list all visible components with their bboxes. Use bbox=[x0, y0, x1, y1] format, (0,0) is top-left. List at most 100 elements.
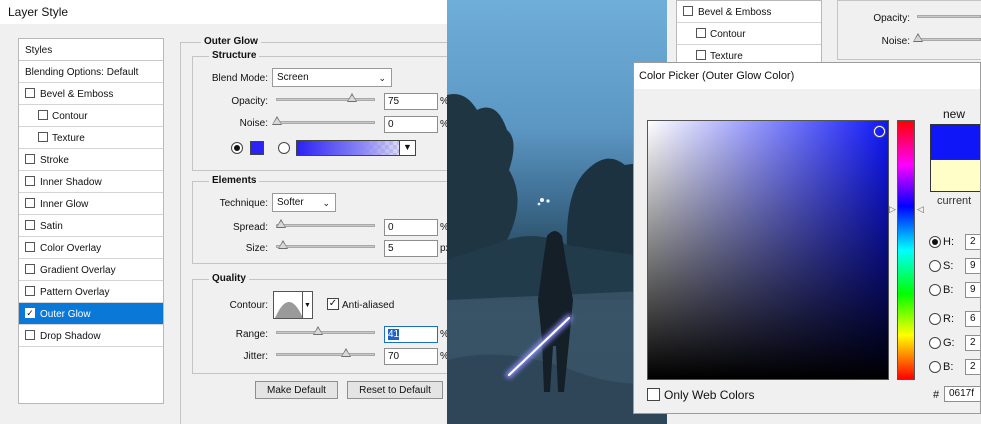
contour-dropdown[interactable]: ▼ bbox=[303, 291, 313, 319]
color-field-cursor[interactable] bbox=[874, 126, 885, 137]
pattern-overlay-checkbox[interactable] bbox=[25, 286, 35, 296]
range-slider-thumb[interactable] bbox=[313, 326, 323, 335]
noise-value: 0 bbox=[388, 119, 394, 130]
range-field[interactable]: 41 bbox=[384, 326, 438, 343]
bg-style-contour[interactable]: Contour bbox=[677, 23, 821, 45]
styles-header[interactable]: Styles bbox=[19, 39, 163, 61]
anti-aliased-checkbox[interactable]: ✓ bbox=[327, 298, 339, 310]
texture-checkbox[interactable] bbox=[38, 132, 48, 142]
gradient-overlay-checkbox[interactable] bbox=[25, 264, 35, 274]
chevron-down-icon: ⌄ bbox=[322, 198, 330, 208]
satin-checkbox[interactable] bbox=[25, 220, 35, 230]
red-field[interactable]: 6 bbox=[965, 311, 980, 327]
blue-radio[interactable] bbox=[929, 361, 941, 373]
outer-glow-title: Outer Glow bbox=[201, 36, 261, 47]
technique-select[interactable]: Softer ⌄ bbox=[272, 193, 336, 212]
jitter-unit: % bbox=[440, 351, 447, 362]
size-slider[interactable] bbox=[276, 240, 375, 249]
style-gradient-overlay[interactable]: Gradient Overlay bbox=[19, 259, 163, 281]
bg-opacity-slider[interactable] bbox=[917, 15, 981, 18]
bg-contour-checkbox[interactable] bbox=[696, 28, 706, 38]
elements-title: Elements bbox=[209, 175, 260, 186]
size-slider-thumb[interactable] bbox=[278, 240, 288, 249]
bg-noise-slider[interactable] bbox=[913, 33, 981, 42]
contour-checkbox[interactable] bbox=[38, 110, 48, 120]
style-label: Satin bbox=[40, 221, 63, 232]
caret-down-icon[interactable]: ▼ bbox=[399, 141, 415, 155]
blue-field[interactable]: 2 bbox=[965, 359, 980, 375]
style-label: Pattern Overlay bbox=[40, 287, 110, 298]
green-radio[interactable] bbox=[929, 337, 941, 349]
gradient-radio[interactable] bbox=[278, 142, 290, 154]
style-blending-options[interactable]: Blending Options: Default bbox=[19, 61, 163, 83]
color-overlay-checkbox[interactable] bbox=[25, 242, 35, 252]
brightness-field[interactable]: 9 bbox=[965, 282, 980, 298]
contour-preview[interactable] bbox=[273, 291, 303, 319]
make-default-button[interactable]: Make Default bbox=[255, 381, 338, 399]
style-inner-glow[interactable]: Inner Glow bbox=[19, 193, 163, 215]
brightness-radio[interactable] bbox=[929, 284, 941, 296]
opacity-field[interactable]: 75 bbox=[384, 93, 438, 110]
style-satin[interactable]: Satin bbox=[19, 215, 163, 237]
green-field[interactable]: 2 bbox=[965, 335, 980, 351]
hex-value: 0617f bbox=[949, 388, 975, 399]
saturation-radio[interactable] bbox=[929, 260, 941, 272]
spread-field[interactable]: 0 bbox=[384, 219, 438, 236]
style-contour[interactable]: Contour bbox=[19, 105, 163, 127]
jitter-field[interactable]: 70 bbox=[384, 348, 438, 365]
size-field[interactable]: 5 bbox=[384, 240, 438, 257]
saturation-field[interactable]: 9 bbox=[965, 258, 980, 274]
hue-slider[interactable] bbox=[897, 120, 915, 380]
bg-texture-checkbox[interactable] bbox=[696, 50, 706, 60]
saturation-label: S: bbox=[943, 260, 954, 272]
style-drop-shadow[interactable]: Drop Shadow bbox=[19, 325, 163, 347]
style-texture[interactable]: Texture bbox=[19, 127, 163, 149]
current-color-swatch[interactable] bbox=[930, 159, 980, 192]
red-radio[interactable] bbox=[929, 313, 941, 325]
style-stroke[interactable]: Stroke bbox=[19, 149, 163, 171]
hue-marker-right-icon[interactable]: ◁ bbox=[917, 204, 924, 215]
glow-gradient-picker[interactable]: ▼ bbox=[296, 140, 416, 156]
style-outer-glow[interactable]: ✓ Outer Glow bbox=[19, 303, 163, 325]
opacity-slider[interactable] bbox=[276, 93, 375, 102]
layer-style-dialog: Layer Style Styles Blending Options: Def… bbox=[0, 0, 447, 424]
inner-glow-checkbox[interactable] bbox=[25, 198, 35, 208]
bg-bevel-checkbox[interactable] bbox=[683, 6, 693, 16]
outer-glow-checkbox[interactable]: ✓ bbox=[25, 308, 35, 318]
style-color-overlay[interactable]: Color Overlay bbox=[19, 237, 163, 259]
color-field[interactable] bbox=[647, 120, 889, 380]
spread-slider[interactable] bbox=[276, 219, 375, 228]
chevron-down-icon: ⌄ bbox=[378, 73, 386, 83]
stroke-checkbox[interactable] bbox=[25, 154, 35, 164]
blue-label: B: bbox=[943, 361, 954, 373]
noise-field[interactable]: 0 bbox=[384, 116, 438, 133]
range-label: Range: bbox=[235, 329, 268, 340]
hex-field[interactable]: 0617f bbox=[944, 386, 980, 402]
range-slider[interactable] bbox=[276, 326, 375, 335]
bg-style-bevel-emboss[interactable]: Bevel & Emboss bbox=[677, 1, 821, 23]
reset-to-default-button[interactable]: Reset to Default bbox=[347, 381, 443, 399]
hue-field[interactable]: 2 bbox=[965, 234, 980, 250]
glow-color-swatch[interactable] bbox=[250, 141, 264, 155]
noise-slider-thumb[interactable] bbox=[272, 116, 282, 125]
blend-mode-label: Blend Mode: bbox=[211, 73, 268, 84]
hue-radio[interactable] bbox=[929, 236, 941, 248]
hue-marker-left-icon[interactable]: ▷ bbox=[889, 204, 896, 215]
opacity-slider-thumb[interactable] bbox=[347, 93, 357, 102]
drop-shadow-checkbox[interactable] bbox=[25, 330, 35, 340]
jitter-slider-thumb[interactable] bbox=[341, 348, 351, 357]
jitter-slider[interactable] bbox=[276, 348, 375, 357]
style-pattern-overlay[interactable]: Pattern Overlay bbox=[19, 281, 163, 303]
only-web-colors-checkbox[interactable] bbox=[647, 388, 660, 401]
solid-color-radio[interactable] bbox=[231, 142, 243, 154]
style-inner-shadow[interactable]: Inner Shadow bbox=[19, 171, 163, 193]
blend-mode-select[interactable]: Screen ⌄ bbox=[272, 68, 392, 87]
bg-noise-thumb[interactable] bbox=[913, 33, 923, 42]
style-bevel-emboss[interactable]: Bevel & Emboss bbox=[19, 83, 163, 105]
inner-shadow-checkbox[interactable] bbox=[25, 176, 35, 186]
color-picker-dialog: Color Picker (Outer Glow Color) ▷ ◁ new … bbox=[633, 62, 981, 414]
noise-slider[interactable] bbox=[272, 116, 375, 125]
spread-slider-thumb[interactable] bbox=[276, 219, 286, 228]
green-label: G: bbox=[943, 337, 955, 349]
bevel-emboss-checkbox[interactable] bbox=[25, 88, 35, 98]
